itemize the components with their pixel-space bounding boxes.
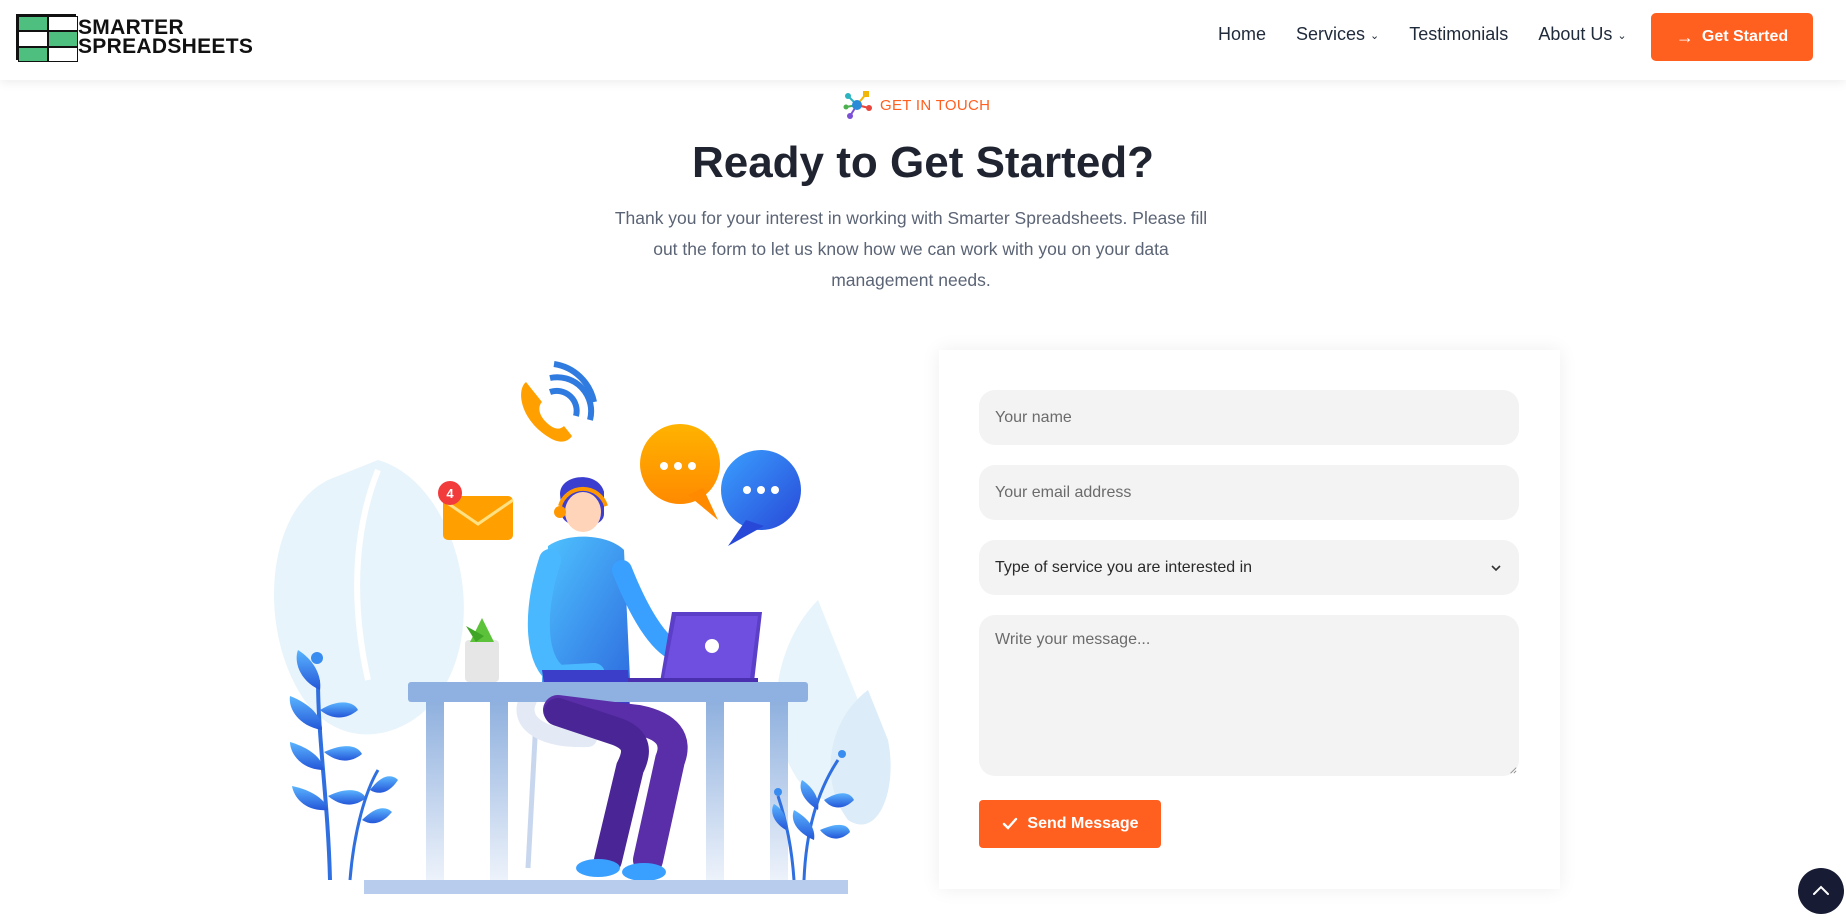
scroll-to-top-button[interactable]	[1798, 868, 1844, 914]
page: SMARTER SPREADSHEETS Home Services ⌄ Tes…	[0, 0, 1846, 923]
nav-item-home[interactable]: Home	[1218, 24, 1266, 45]
page-title: Ready to Get Started?	[691, 138, 1155, 187]
nav-item-label: Services	[1296, 24, 1366, 44]
service-selected-value: Type of service you are interested in	[995, 558, 1253, 576]
support-illustration: 4	[274, 361, 891, 894]
arrow-right-icon: →	[1675, 26, 1694, 47]
nav-item-about-us[interactable]: About Us ⌄	[1538, 24, 1626, 45]
intro-text: Thank you for your interest in working w…	[614, 208, 1208, 290]
chevron-up-icon	[1813, 885, 1829, 895]
name-input[interactable]: Your name	[979, 390, 1519, 445]
brand-name: SMARTER SPREADSHEETS	[78, 17, 254, 58]
chevron-down-icon	[1491, 564, 1501, 571]
eyebrow-text: GET IN TOUCH	[880, 96, 991, 114]
resize-handle-icon[interactable]	[1509, 766, 1517, 774]
nav-item-label: Testimonials	[1409, 24, 1509, 44]
email-placeholder: Your email address	[995, 483, 1132, 501]
network-icon	[843, 91, 872, 119]
main-nav: Home Services ⌄ Testimonials About Us ⌄	[1218, 24, 1657, 45]
nav-item-services[interactable]: Services ⌄	[1296, 24, 1379, 45]
site-header: SMARTER SPREADSHEETS Home Services ⌄ Tes…	[0, 0, 1846, 80]
service-select[interactable]: Type of service you are interested in	[979, 540, 1519, 595]
notification-count: 4	[446, 486, 454, 501]
nav-item-label: About Us	[1538, 24, 1613, 44]
email-input[interactable]: Your email address	[979, 465, 1519, 520]
message-placeholder: Write your message...	[995, 631, 1151, 648]
contact-form: Your name Your email address Type of ser…	[939, 350, 1560, 889]
nav-item-label: Home	[1218, 24, 1267, 44]
brand-name-line2: SPREADSHEETS	[78, 35, 254, 58]
send-message-button[interactable]: Send Message	[979, 800, 1161, 848]
check-icon	[1003, 817, 1018, 830]
get-started-button[interactable]: → Get Started	[1651, 13, 1813, 61]
get-started-label: Get Started	[1701, 28, 1789, 45]
name-placeholder: Your name	[995, 408, 1072, 426]
logo-grid-icon	[16, 14, 78, 62]
brand-logo[interactable]: SMARTER SPREADSHEETS	[16, 14, 254, 62]
chevron-down-icon: ⌄	[1617, 30, 1627, 42]
chevron-down-icon: ⌄	[1370, 30, 1380, 42]
send-message-label: Send Message	[1027, 815, 1139, 832]
section-eyebrow: GET IN TOUCH	[840, 88, 990, 122]
message-textarea[interactable]: Write your message...	[979, 615, 1519, 776]
nav-item-testimonials[interactable]: Testimonials	[1409, 24, 1508, 45]
